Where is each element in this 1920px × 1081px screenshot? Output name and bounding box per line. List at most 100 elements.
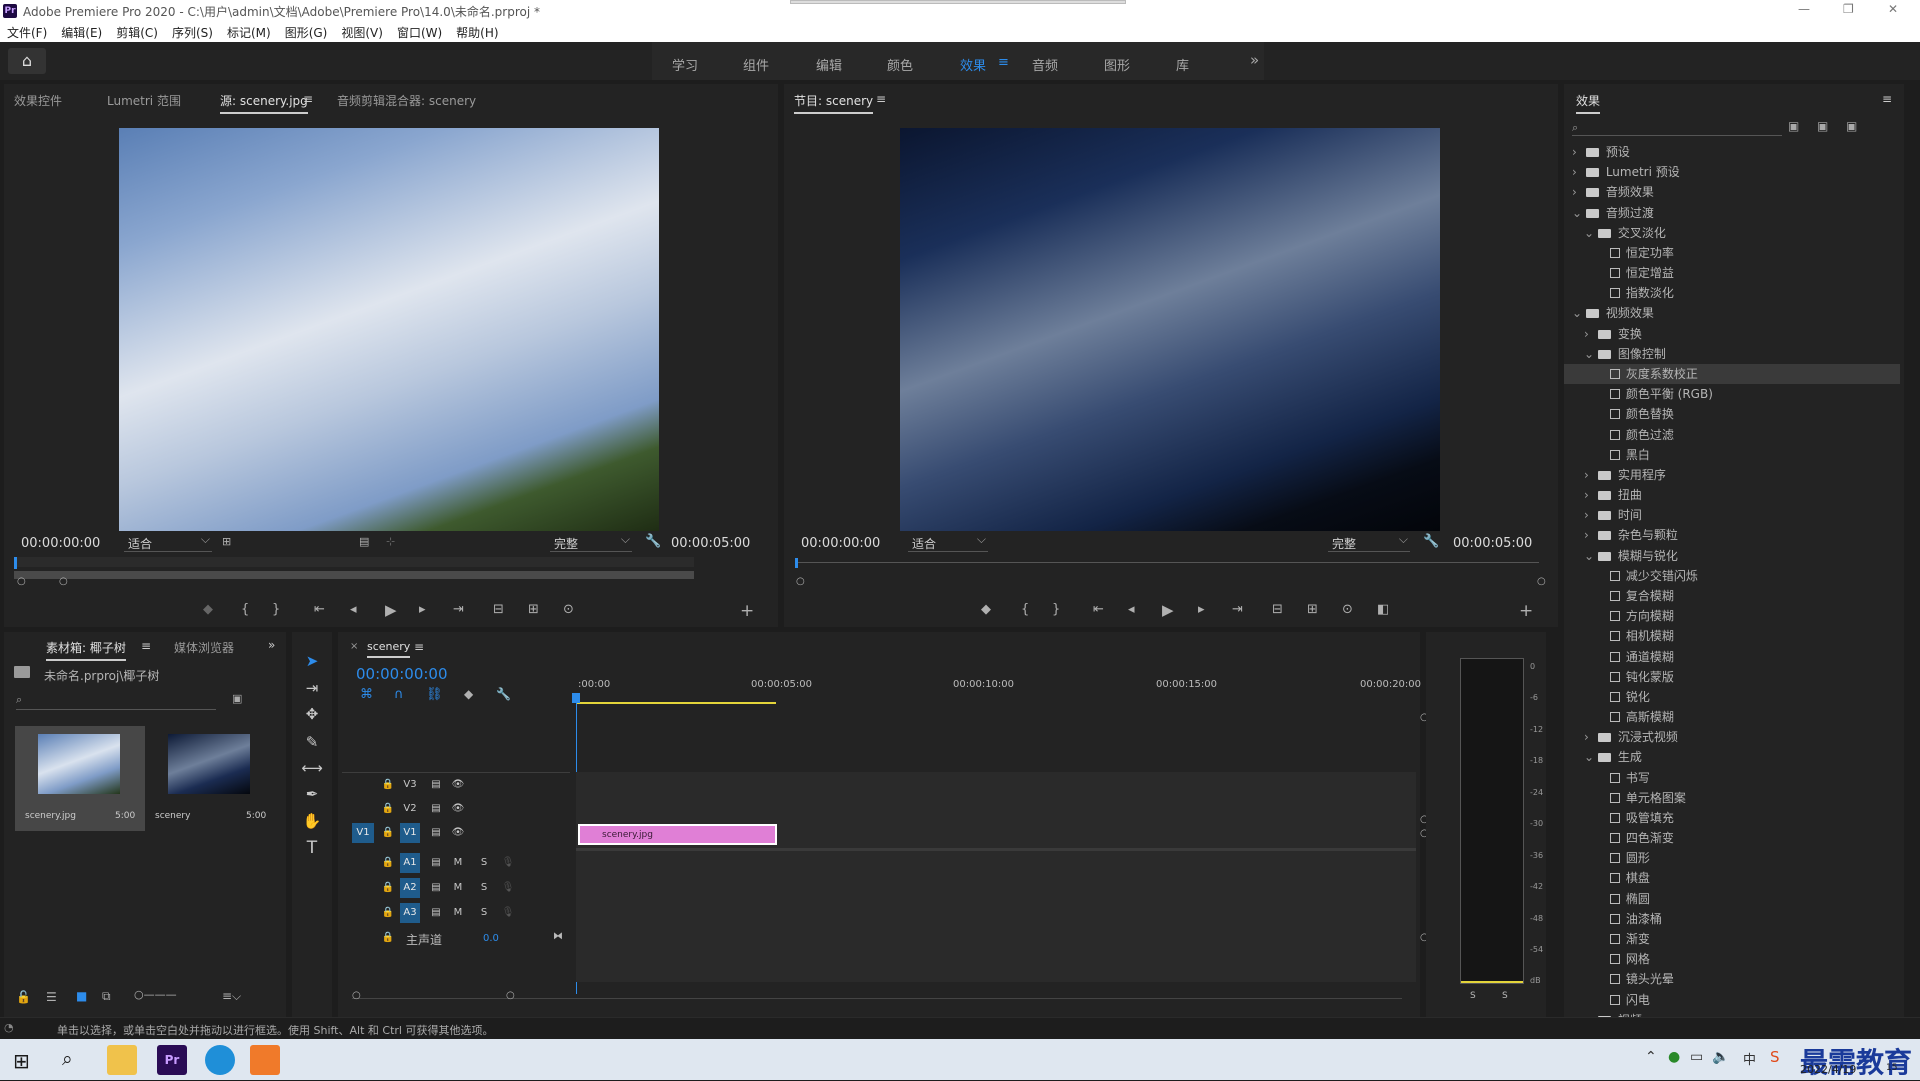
menu-view[interactable]: 视图(V) bbox=[334, 24, 390, 41]
source-quality-dropdown[interactable]: 完整 bbox=[550, 532, 632, 552]
effect-folder[interactable]: › 预设 bbox=[1564, 142, 1900, 162]
mark-out-icon[interactable]: } bbox=[272, 602, 280, 617]
effect-folder[interactable]: › 音频效果 bbox=[1564, 182, 1900, 202]
meter-solo-left[interactable]: S bbox=[1470, 991, 1476, 1001]
lock-track-icon[interactable]: 🔒 bbox=[378, 799, 398, 819]
taskbar-date[interactable]: 2022/4/19 bbox=[1800, 1063, 1856, 1076]
tab-effect-controls[interactable]: 效果控件 bbox=[14, 92, 62, 109]
notification-count[interactable]: 15 bbox=[1886, 1063, 1897, 1073]
effect-folder[interactable]: › 扭曲 bbox=[1564, 485, 1900, 505]
lock-track-icon[interactable]: 🔒 bbox=[378, 878, 398, 898]
track-area[interactable] bbox=[576, 772, 1416, 982]
program-go-to-out-icon[interactable]: ⇥ bbox=[1232, 602, 1243, 617]
32bit-effects-icon[interactable]: ▣ bbox=[1817, 119, 1828, 133]
effects-menu-icon[interactable]: ≡ bbox=[1882, 92, 1892, 106]
effect-folder[interactable]: › Lumetri 预设 bbox=[1564, 162, 1900, 182]
project-item[interactable]: scenery 5:00 bbox=[150, 726, 270, 831]
effect-item[interactable]: 高斯模糊 bbox=[1564, 707, 1900, 727]
program-title[interactable]: 节目: scenery bbox=[794, 92, 874, 114]
master-volume[interactable]: 0.0 bbox=[483, 933, 499, 944]
bin-search-input[interactable]: ⌕ bbox=[16, 692, 216, 710]
tab-bin[interactable]: 素材箱: 椰子树 bbox=[46, 639, 126, 661]
effect-folder[interactable]: › 杂色与颗粒 bbox=[1564, 525, 1900, 545]
program-timecode[interactable]: 00:00:00:00 bbox=[801, 536, 880, 551]
lock-track-icon[interactable]: 🔒 bbox=[378, 853, 398, 873]
program-quality-dropdown[interactable]: 完整 bbox=[1328, 532, 1410, 552]
program-play-icon[interactable]: ▶ bbox=[1162, 601, 1174, 619]
effect-folder[interactable]: › 变换 bbox=[1564, 324, 1900, 344]
linked-selection-icon[interactable]: ⛓ bbox=[426, 687, 443, 702]
effect-item[interactable]: 书写 bbox=[1564, 768, 1900, 788]
eye-icon[interactable]: 👁 bbox=[448, 799, 468, 819]
tab-lumetri-scopes[interactable]: Lumetri 范围 bbox=[107, 92, 181, 109]
menu-file[interactable]: 文件(F) bbox=[0, 24, 54, 41]
source-wrench-icon[interactable]: 🔧 bbox=[645, 534, 661, 549]
step-forward-icon[interactable]: ▸ bbox=[419, 602, 426, 617]
chevron-right-icon[interactable]: › bbox=[1584, 465, 1594, 485]
minimize-button[interactable]: — bbox=[1798, 2, 1810, 16]
ws-graphics[interactable]: 图形 bbox=[1104, 55, 1130, 74]
comparison-view-icon[interactable]: ◧ bbox=[1377, 602, 1389, 617]
effect-item[interactable]: 复合模糊 bbox=[1564, 586, 1900, 606]
export-frame-icon[interactable]: ⊙ bbox=[563, 602, 574, 617]
effect-item[interactable]: 单元格图案 bbox=[1564, 788, 1900, 808]
meter-solo-right[interactable]: S bbox=[1502, 991, 1508, 1001]
sync-lock-icon[interactable]: ▤ bbox=[426, 775, 446, 795]
bin-menu-icon[interactable]: ≡ bbox=[141, 639, 151, 653]
effect-folder[interactable]: › 时间 bbox=[1564, 505, 1900, 525]
source-patch-v1[interactable]: V1 bbox=[352, 823, 374, 843]
track-label[interactable]: A2 bbox=[400, 878, 420, 898]
source-playhead[interactable] bbox=[14, 557, 17, 569]
effect-item[interactable]: 镜头光晕 bbox=[1564, 969, 1900, 989]
timeline-timecode[interactable]: 00:00:00:00 bbox=[356, 665, 448, 683]
effect-item[interactable]: 指数淡化 bbox=[1564, 283, 1900, 303]
ws-audio[interactable]: 音频 bbox=[1032, 55, 1058, 74]
windows-start-icon[interactable]: ⊞ bbox=[13, 1049, 30, 1073]
tray-s-icon[interactable]: S bbox=[1770, 1048, 1780, 1066]
chevron-right-icon[interactable]: › bbox=[1572, 182, 1582, 202]
voiceover-icon[interactable]: 🎙 bbox=[498, 878, 518, 898]
ws-editing[interactable]: 编辑 bbox=[816, 55, 842, 74]
ws-effects-menu-icon[interactable]: ≡ bbox=[998, 55, 1009, 70]
effects-title[interactable]: 效果 bbox=[1576, 92, 1601, 114]
effect-item[interactable]: 颜色平衡 (RGB) bbox=[1564, 384, 1900, 404]
menu-sequence[interactable]: 序列(S) bbox=[165, 24, 220, 41]
ime-icon[interactable]: 中 bbox=[1743, 1049, 1756, 1068]
lift-icon[interactable]: ⊟ bbox=[1272, 602, 1283, 617]
chevron-right-icon[interactable]: › bbox=[1572, 162, 1582, 182]
h-scroll-handle-icon[interactable]: ○ bbox=[352, 990, 361, 1001]
program-go-to-in-icon[interactable]: ⇤ bbox=[1093, 602, 1104, 617]
effect-item[interactable]: 通道模糊 bbox=[1564, 647, 1900, 667]
menu-marker[interactable]: 标记(M) bbox=[220, 24, 278, 41]
timeline-settings-icon[interactable]: 🔧 bbox=[496, 687, 511, 701]
program-menu-icon[interactable]: ≡ bbox=[876, 92, 886, 106]
premiere-taskbar-icon[interactable]: Pr bbox=[157, 1045, 187, 1075]
eye-icon[interactable]: 👁 bbox=[448, 775, 468, 795]
effect-item[interactable]: 椭圆 bbox=[1564, 889, 1900, 909]
effect-item[interactable]: 方向模糊 bbox=[1564, 606, 1900, 626]
effect-item[interactable]: 钝化蒙版 bbox=[1564, 667, 1900, 687]
h-scroll-handle-icon[interactable]: ○ bbox=[506, 990, 515, 1001]
tray-chevron-icon[interactable]: ⌃ bbox=[1645, 1049, 1657, 1065]
razor-tool-icon[interactable]: ✎ bbox=[292, 733, 332, 751]
effect-item[interactable]: 灰度系数校正 bbox=[1564, 363, 1900, 384]
go-to-out-icon[interactable]: ⇥ bbox=[453, 602, 464, 617]
track-label[interactable]: V2 bbox=[400, 799, 420, 819]
source-zoom-handle-right-icon[interactable]: ○ bbox=[59, 576, 68, 587]
program-time-ruler[interactable] bbox=[795, 562, 1539, 563]
source-settings-icon[interactable]: ⊞ bbox=[222, 535, 231, 548]
tray-app-icon[interactable]: ● bbox=[1668, 1049, 1680, 1065]
go-to-in-icon[interactable]: ⇤ bbox=[314, 602, 325, 617]
program-add-button-icon[interactable]: + bbox=[1519, 601, 1533, 621]
maximize-button[interactable]: ❐ bbox=[1843, 2, 1854, 16]
program-fit-dropdown[interactable]: 适合 bbox=[908, 532, 988, 552]
nest-icon[interactable]: ⌘ bbox=[360, 687, 373, 702]
tab-audio-clip-mixer[interactable]: 音频剪辑混合器: scenery bbox=[337, 92, 476, 109]
chevron-right-icon[interactable]: › bbox=[1584, 505, 1594, 525]
lock-track-icon[interactable]: 🔒 bbox=[378, 903, 398, 923]
menu-help[interactable]: 帮助(H) bbox=[449, 24, 505, 41]
menu-graphics[interactable]: 图形(G) bbox=[278, 24, 335, 41]
effect-item[interactable]: 减少交错闪烁 bbox=[1564, 566, 1900, 586]
source-time-ruler[interactable] bbox=[14, 557, 694, 567]
tab-menu-icon[interactable]: ≡ bbox=[303, 92, 313, 106]
